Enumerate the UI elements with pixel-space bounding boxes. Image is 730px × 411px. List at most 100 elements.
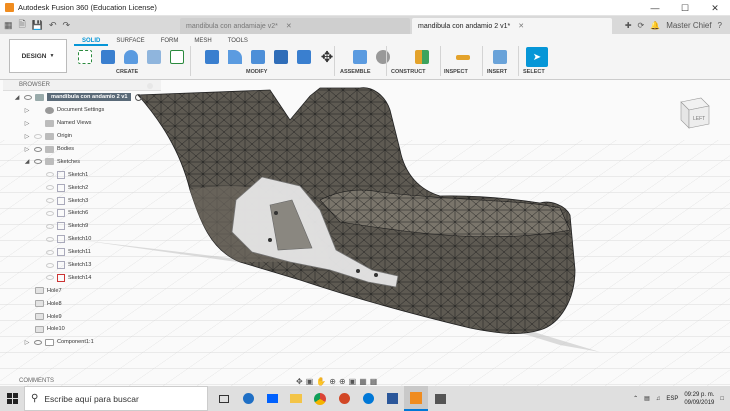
revolve-button[interactable] (120, 47, 142, 67)
radio-active-icon[interactable] (135, 93, 143, 101)
chevron-right-icon[interactable]: ▷ (23, 339, 31, 346)
fit-icon[interactable]: ⊕ (339, 377, 346, 386)
undo-icon[interactable]: ↶ (49, 20, 57, 31)
offset-plane-button[interactable] (411, 47, 433, 67)
orbit-icon[interactable]: ✥ (296, 377, 303, 386)
word-icon[interactable] (380, 386, 404, 411)
browser-item-sketch[interactable]: Sketch13 (3, 259, 161, 272)
tab-mesh[interactable]: MESH (186, 36, 219, 46)
close-button[interactable]: ✕ (700, 0, 730, 16)
select-menu[interactable]: SELECT (523, 69, 545, 75)
store-icon[interactable] (428, 386, 452, 411)
inspect-menu[interactable]: INSPECT (444, 69, 468, 75)
select-button[interactable]: ➤ (526, 47, 548, 67)
browser-item-named-views[interactable]: ▷ Named Views (3, 117, 161, 130)
browser-root[interactable]: ◢ mandibula con andamio 2 v1 (3, 91, 161, 104)
edge-browser-icon[interactable] (356, 386, 380, 411)
browser-item-sketch[interactable]: Sketch1 (3, 168, 161, 181)
tab-tools[interactable]: TOOLS (220, 36, 256, 46)
language-indicator[interactable]: ESP (666, 396, 678, 402)
browser-item-component[interactable]: ▷ Component1:1 (3, 336, 161, 349)
browser-item-bodies[interactable]: ▷ Bodies (3, 143, 161, 156)
shell-button[interactable] (270, 47, 292, 67)
sketch-button[interactable] (166, 47, 188, 67)
job-status-icon[interactable]: ⟳ (638, 21, 645, 30)
browser-item-sketch[interactable]: Sketch9 (3, 220, 161, 233)
network-icon[interactable]: ▤ (644, 395, 650, 402)
save-icon[interactable]: 💾 (32, 20, 43, 31)
sweep-button[interactable] (143, 47, 165, 67)
visibility-eye-icon[interactable] (45, 198, 55, 204)
chrome-icon[interactable] (308, 386, 332, 411)
press-pull-button[interactable] (201, 47, 223, 67)
chamfer-button[interactable] (247, 47, 269, 67)
measure-button[interactable] (452, 47, 474, 67)
chevron-down-icon[interactable]: ◢ (13, 94, 21, 101)
pan-icon[interactable]: ✋ (316, 377, 326, 386)
browser-item-sketch[interactable]: Sketch11 (3, 246, 161, 259)
volume-icon[interactable]: ♫ (656, 396, 661, 402)
browser-item-hole[interactable]: Hole10 (3, 323, 161, 336)
tray-chevron-up-icon[interactable]: ⌃ (633, 395, 638, 402)
new-tab-icon[interactable]: ✚ (625, 21, 632, 30)
browser-item-hole[interactable]: Hole7 (3, 284, 161, 297)
notification-center-icon[interactable]: □ (720, 396, 724, 402)
construct-menu[interactable]: CONSTRUCT (391, 69, 426, 75)
visibility-eye-icon[interactable] (45, 275, 55, 281)
combine-button[interactable] (293, 47, 315, 67)
visibility-eye-icon[interactable] (45, 172, 55, 178)
visibility-eye-icon[interactable] (33, 339, 43, 345)
browser-item-hole[interactable]: Hole9 (3, 310, 161, 323)
browser-item-origin[interactable]: ▷ Origin (3, 130, 161, 143)
tab-close-icon[interactable]: ✕ (518, 22, 524, 30)
browser-item-hole[interactable]: Hole8 (3, 297, 161, 310)
visibility-eye-icon[interactable] (45, 262, 55, 268)
browser-item-sketch[interactable]: Sketch6 (3, 207, 161, 220)
visibility-eye-icon[interactable] (45, 223, 55, 229)
grid-settings-icon[interactable]: ▦ (359, 377, 367, 386)
minimize-button[interactable]: — (640, 0, 670, 16)
taskbar-search-box[interactable]: ⚲ Escribe aquí para buscar (24, 386, 208, 411)
browser-item-sketch[interactable]: Sketch2 (3, 181, 161, 194)
visibility-eye-icon[interactable] (45, 185, 55, 191)
redo-icon[interactable]: ↷ (63, 20, 71, 31)
comments-panel[interactable]: COMMENTS (0, 376, 168, 386)
look-at-icon[interactable]: ▣ (306, 377, 314, 386)
browser-item-sketch[interactable]: Sketch14 (3, 271, 161, 284)
dropbox-icon[interactable] (260, 386, 284, 411)
file-explorer-icon[interactable] (284, 386, 308, 411)
zoom-icon[interactable]: ⊕ (329, 377, 336, 386)
insert-menu[interactable]: INSERT (487, 69, 507, 75)
user-name[interactable]: Master Chief (666, 21, 711, 30)
chevron-down-icon[interactable]: ◢ (23, 158, 31, 165)
visibility-eye-icon[interactable] (45, 249, 55, 255)
start-button[interactable] (0, 386, 24, 411)
maximize-button[interactable]: ☐ (670, 0, 700, 16)
viewports-icon[interactable]: ▦ (370, 377, 378, 386)
extrude-button[interactable] (97, 47, 119, 67)
modify-menu[interactable]: MODIFY (246, 69, 267, 75)
browser-item-sketch[interactable]: Sketch10 (3, 233, 161, 246)
chevron-right-icon[interactable]: ▷ (23, 133, 31, 140)
visibility-eye-icon[interactable] (23, 94, 33, 100)
browser-item-document-settings[interactable]: ▷ Document Settings (3, 104, 161, 117)
clock[interactable]: 09:29 p. m. 09/09/2019 (684, 391, 714, 407)
joint-button[interactable] (372, 47, 394, 67)
file-menu-icon[interactable]: 🗎 (19, 17, 26, 33)
new-component-button[interactable] (74, 47, 96, 67)
powerpoint-icon[interactable] (332, 386, 356, 411)
notifications-icon[interactable]: 🔔 (650, 21, 660, 30)
chevron-right-icon[interactable]: ▷ (23, 107, 31, 114)
tab-document-1[interactable]: mandibula con andamiaje v2* ✕ (180, 18, 410, 34)
visibility-eye-icon[interactable] (33, 146, 43, 152)
tab-solid[interactable]: SOLID (74, 36, 109, 46)
tab-document-2[interactable]: mandibula con andamio 2 v1* ✕ (412, 18, 612, 34)
chevron-right-icon[interactable]: ▷ (23, 146, 31, 153)
tab-close-icon[interactable]: ✕ (286, 22, 292, 30)
fusion-360-taskbar-icon[interactable] (404, 386, 428, 411)
insert-button[interactable] (489, 47, 511, 67)
visibility-eye-icon[interactable] (33, 133, 43, 139)
view-cube[interactable]: LEFT (673, 92, 713, 132)
help-icon[interactable]: ? (718, 21, 722, 30)
create-menu[interactable]: CREATE (116, 69, 138, 75)
